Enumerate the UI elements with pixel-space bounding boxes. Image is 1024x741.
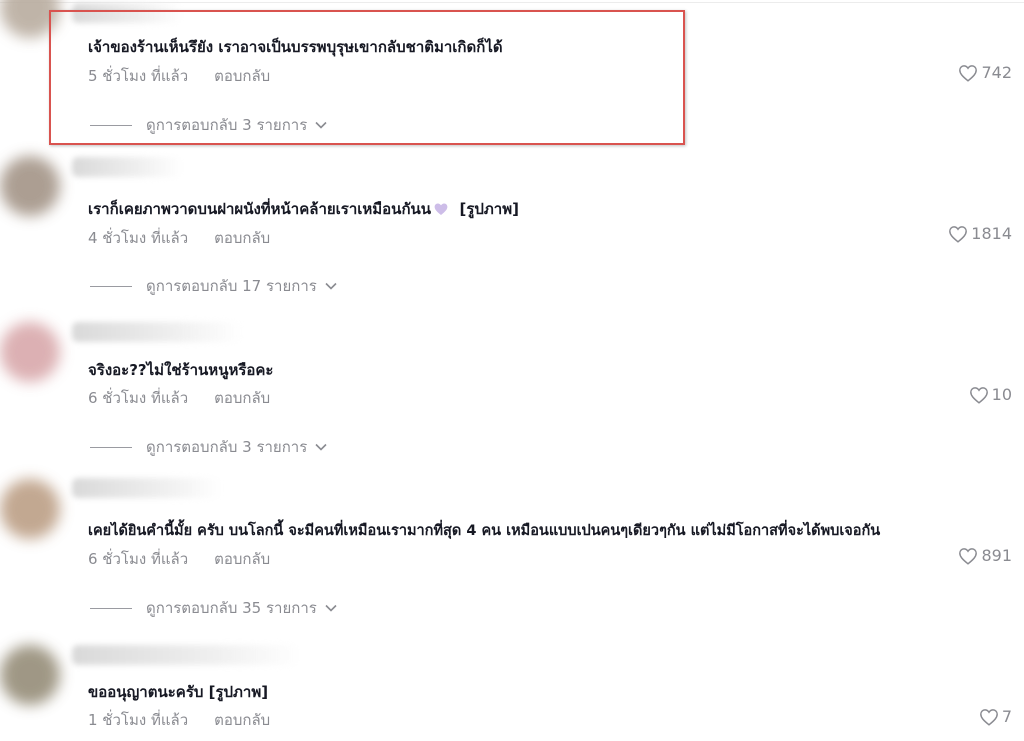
avatar[interactable] [0,479,60,539]
heart-icon [959,64,978,82]
comment-item: เคยได้ยินคำนี้มั้ย ครับ บนโลกนี้ จะมีคนท… [0,478,1024,634]
like-count: 10 [991,385,1012,404]
comment-time: 6 ชั่วโมง ที่แล้ว [88,550,189,568]
heart-icon [979,708,998,726]
comment-meta: 5 ชั่วโมง ที่แล้ว ตอบกลับ [88,64,270,88]
avatar[interactable] [0,322,60,382]
username-blurred[interactable] [72,3,182,23]
comment-meta: 4 ชั่วโมง ที่แล้ว ตอบกลับ [88,226,270,250]
image-tag[interactable]: [รูปภาพ] [459,200,519,218]
reply-button[interactable]: ตอบกลับ [214,389,270,407]
chevron-down-icon [325,604,337,612]
divider-dash [90,285,132,287]
avatar[interactable] [0,0,60,38]
comment-meta: 1 ชั่วโมง ที่แล้ว ตอบกลับ [88,708,270,732]
comment-text-body: เราก็เคยภาพวาดบนฝาผนังที่หน้าคล้ายเราเหม… [88,200,432,218]
comment-text: ขออนุญาตนะครับ [รูปภาพ] [88,683,269,701]
like-count: 891 [981,546,1012,565]
view-replies-button[interactable]: ดูการตอบกลับ 3 รายการ [90,435,327,459]
reply-button[interactable]: ตอบกลับ [214,67,270,85]
view-replies-label: ดูการตอบกลับ 17 รายการ [146,277,317,295]
like-button[interactable]: 7 [979,707,1012,726]
reply-button[interactable]: ตอบกลับ [214,550,270,568]
comment-meta: 6 ชั่วโมง ที่แล้ว ตอบกลับ [88,386,270,410]
comment-text: จริงอะ??ไม่ใช่ร้านหนูหรือคะ [88,361,274,379]
reply-button[interactable]: ตอบกลับ [214,229,270,247]
like-button[interactable]: 1814 [948,224,1012,243]
username-blurred[interactable] [72,645,302,665]
view-replies-label: ดูการตอบกลับ 35 รายการ [146,599,317,617]
view-replies-label: ดูการตอบกลับ 3 รายการ [146,116,308,134]
like-button[interactable]: 742 [958,63,1012,82]
comment-text: เคยได้ยินคำนี้มั้ย ครับ บนโลกนี้ จะมีคนท… [88,523,881,539]
comment-text: เจ้าของร้านเห็นรึยัง เราอาจเป็นบรรพบุรุษ… [88,38,503,56]
username-blurred[interactable] [72,478,222,498]
chevron-down-icon [315,443,327,451]
view-replies-button[interactable]: ดูการตอบกลับ 17 รายการ [90,274,337,298]
heart-icon [949,225,968,243]
heart-icon [969,386,988,404]
avatar[interactable] [0,156,60,216]
like-count: 1814 [971,224,1012,243]
divider-dash [90,124,132,126]
username-blurred[interactable] [72,157,182,177]
view-replies-button[interactable]: ดูการตอบกลับ 3 รายการ [90,113,327,137]
like-button[interactable]: 891 [958,546,1012,565]
comment-time: 1 ชั่วโมง ที่แล้ว [88,711,189,729]
chevron-down-icon [325,282,337,290]
like-count: 7 [1001,707,1012,726]
username-blurred[interactable] [72,322,242,342]
comment-item: เราก็เคยภาพวาดบนฝาผนังที่หน้าคล้ายเราเหม… [0,156,1024,311]
divider-dash [90,607,132,609]
heart-icon [959,547,978,565]
comment-item: จริงอะ??ไม่ใช่ร้านหนูหรือคะ 6 ชั่วโมง ที… [0,322,1024,472]
comment-time: 5 ชั่วโมง ที่แล้ว [88,67,189,85]
purple-heart-icon [434,203,448,216]
comment-time: 6 ชั่วโมง ที่แล้ว [88,389,189,407]
comment-meta: 6 ชั่วโมง ที่แล้ว ตอบกลับ [88,547,270,571]
comment-item: เจ้าของร้านเห็นรึยัง เราอาจเป็นบรรพบุรุษ… [0,0,1024,150]
view-replies-label: ดูการตอบกลับ 3 รายการ [146,438,308,456]
view-replies-button[interactable]: ดูการตอบกลับ 35 รายการ [90,596,337,620]
like-button[interactable]: 10 [969,385,1012,404]
reply-button[interactable]: ตอบกลับ [214,711,270,729]
divider-dash [90,446,132,448]
chevron-down-icon [315,121,327,129]
comment-time: 4 ชั่วโมง ที่แล้ว [88,229,189,247]
comment-text: เราก็เคยภาพวาดบนฝาผนังที่หน้าคล้ายเราเหม… [88,197,519,221]
like-count: 742 [981,63,1012,82]
avatar[interactable] [0,645,60,705]
comment-item: ขออนุญาตนะครับ [รูปภาพ] 1 ชั่วโมง ที่แล้… [0,643,1024,741]
